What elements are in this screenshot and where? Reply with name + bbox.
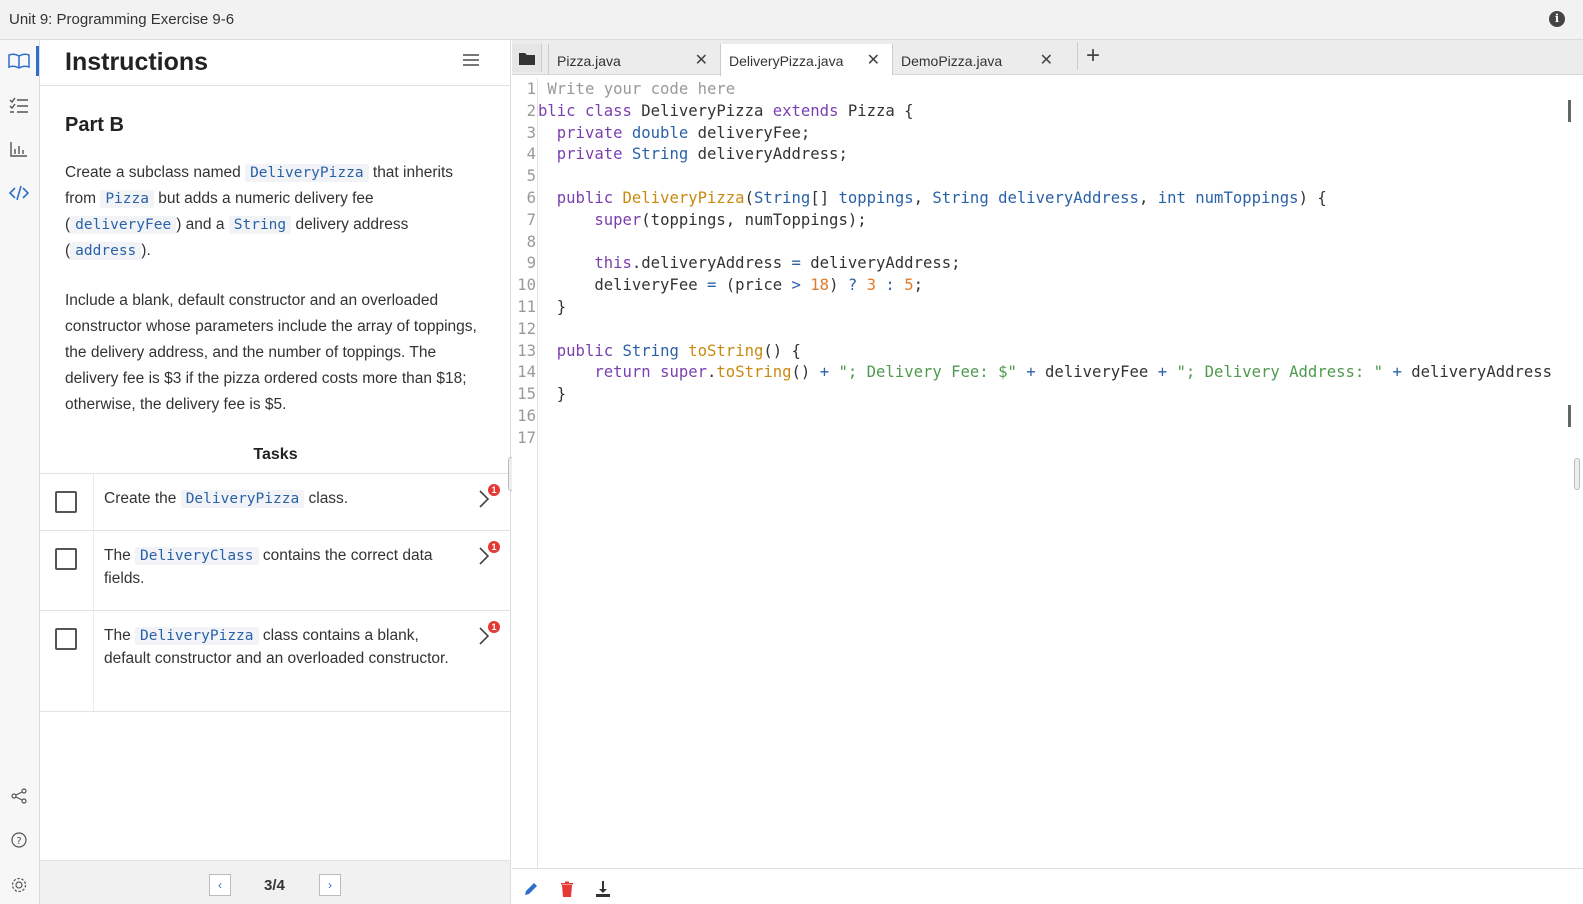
inline-code: DeliveryClass: [135, 547, 259, 565]
tab-deliverypizza-java[interactable]: DeliveryPizza.java ✕: [720, 44, 892, 76]
code-line: this.deliveryAddress = deliveryAddress;: [594, 254, 961, 273]
line-number: 4: [526, 145, 536, 164]
code-line: Write your code here: [538, 80, 736, 98]
help-icon[interactable]: ?: [6, 827, 32, 853]
error-badge: 1: [488, 484, 500, 496]
add-tab-button[interactable]: +: [1077, 42, 1100, 70]
pagination: ‹ 3/4 ›: [40, 860, 510, 904]
inline-code: deliveryFee: [70, 216, 177, 234]
checklist-icon[interactable]: [6, 92, 32, 118]
line-number: 14: [517, 363, 536, 382]
task-text: The DeliveryPizza class contains a blank…: [104, 627, 449, 667]
line-number: 5: [526, 167, 536, 186]
line-number: 2: [526, 101, 536, 120]
task-checkbox[interactable]: [55, 548, 77, 570]
task-checkbox[interactable]: [55, 491, 77, 513]
inline-code: DeliveryPizza: [135, 627, 259, 645]
line-number: 17: [517, 428, 536, 447]
tasks-heading: Tasks: [253, 446, 298, 463]
line-number: 6: [526, 189, 536, 207]
inline-code: Pizza: [100, 190, 154, 208]
code-line: private String deliveryAddress;: [556, 145, 848, 164]
scrollbar-marker: [1568, 405, 1571, 427]
window-titlebar: Unit 9: Programming Exercise 9-6 i: [0, 0, 1583, 40]
editor-tabbar: Pizza.java ✕ DeliveryPizza.java ✕ DemoPi…: [512, 40, 1583, 76]
task-item[interactable]: The DeliveryClass contains the correct d…: [40, 530, 510, 610]
line-number: 8: [526, 232, 536, 251]
code-icon[interactable]: [6, 180, 32, 206]
folder-icon[interactable]: [512, 44, 542, 72]
instructions-panel: Instructions Part B Create a subclass na…: [40, 40, 511, 904]
task-text: The DeliveryClass contains the correct d…: [104, 547, 433, 587]
svg-text:?: ?: [16, 836, 21, 847]
code-line: public String toString() {: [556, 341, 801, 360]
line-number: 9: [526, 254, 536, 273]
code-line: }: [538, 385, 567, 404]
tab-demopizza-java[interactable]: DemoPizza.java ✕: [892, 44, 1065, 75]
editor-resize-handle[interactable]: [1574, 458, 1580, 490]
code-line: public DeliveryPizza(String[] toppings, …: [556, 189, 1327, 207]
next-page-button[interactable]: ›: [319, 874, 341, 896]
editor-toolbar: [512, 868, 1583, 904]
code-line: private double deliveryFee;: [556, 123, 811, 142]
line-number: 12: [517, 319, 536, 338]
chart-icon[interactable]: [6, 136, 32, 162]
tab-pizza-java[interactable]: Pizza.java ✕: [548, 44, 720, 75]
code-editor: Pizza.java ✕ DeliveryPizza.java ✕ DemoPi…: [512, 40, 1583, 904]
inline-code: address: [70, 242, 142, 260]
error-badge: 1: [488, 621, 500, 633]
instructions-title: Instructions: [65, 48, 209, 76]
section-heading: Part B: [65, 114, 124, 136]
scrollbar-marker: [1568, 100, 1571, 122]
page-indicator: 3/4: [264, 877, 285, 894]
window-title: Unit 9: Programming Exercise 9-6: [9, 11, 235, 28]
close-icon[interactable]: ✕: [1040, 50, 1053, 70]
code-line: }: [538, 298, 567, 316]
left-rail: ?: [0, 40, 40, 904]
download-icon[interactable]: [594, 880, 612, 898]
line-number: 1: [526, 80, 536, 98]
inline-code: String: [228, 216, 292, 234]
line-number: 10: [517, 276, 536, 295]
settings-icon[interactable]: [6, 872, 32, 898]
inline-code: DeliveryPizza: [180, 490, 305, 508]
task-checkbox[interactable]: [55, 628, 77, 650]
pencil-icon[interactable]: [522, 880, 540, 898]
code-line: blic class DeliveryPizza extends Pizza {: [538, 101, 914, 120]
inline-code: DeliveryPizza: [245, 164, 369, 182]
line-number: 3: [526, 123, 536, 142]
trash-icon[interactable]: [558, 880, 576, 898]
hamburger-menu-icon[interactable]: [463, 54, 479, 69]
task-item[interactable]: Create the DeliveryPizza class. 1: [40, 473, 510, 530]
code-line: deliveryFee = (price > 18) ? 3 : 5;: [538, 276, 923, 295]
line-number: 16: [517, 407, 536, 425]
line-number: 15: [517, 385, 536, 404]
task-item[interactable]: The DeliveryPizza class contains a blank…: [40, 610, 510, 712]
prev-page-button[interactable]: ‹: [209, 874, 231, 896]
rail-active-indicator: [36, 46, 39, 76]
book-icon[interactable]: [6, 48, 32, 74]
share-icon[interactable]: [6, 783, 32, 809]
code-line: super(toppings, numToppings);: [594, 210, 867, 229]
instructions-paragraph-2: Include a blank, default constructor and…: [65, 292, 477, 413]
line-number: 13: [517, 341, 536, 360]
instructions-paragraph-1: Create a subclass named DeliveryPizza th…: [65, 164, 454, 260]
instructions-header: Instructions: [40, 40, 510, 86]
info-icon[interactable]: i: [1549, 11, 1565, 27]
task-text: Create the DeliveryPizza class.: [104, 490, 349, 508]
line-number: 11: [517, 298, 536, 316]
error-badge: 1: [488, 541, 500, 553]
close-icon[interactable]: ✕: [695, 50, 708, 70]
close-icon[interactable]: ✕: [867, 50, 880, 70]
line-number: 7: [526, 210, 536, 229]
code-line: return super.toString() + "; Delivery Fe…: [594, 363, 1553, 382]
